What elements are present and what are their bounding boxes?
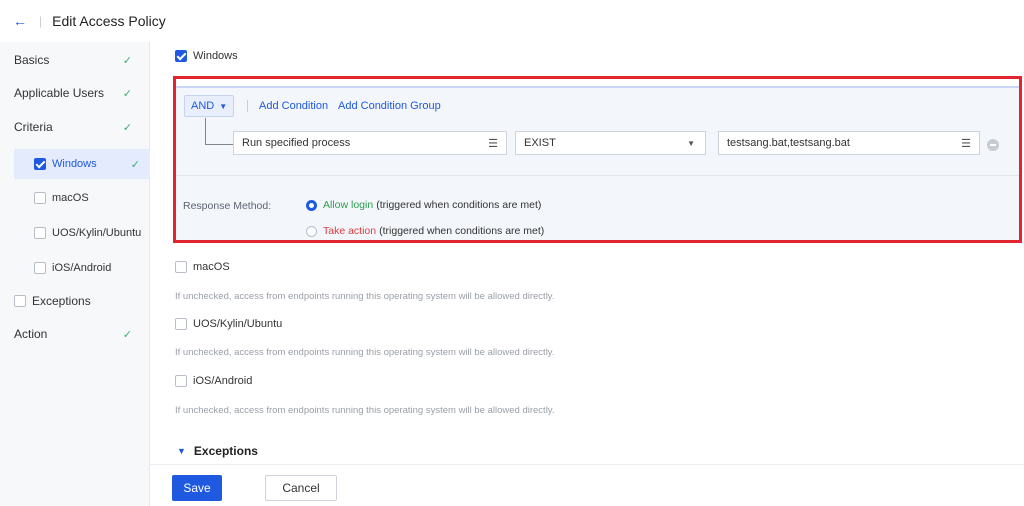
sidebar: Basics ✓ Applicable Users ✓ Criteria ✓ W… xyxy=(0,42,150,506)
checkmark-icon: ✓ xyxy=(122,54,132,67)
sidebar-subitem-label: iOS/Android xyxy=(52,262,112,274)
list-icon[interactable]: ☰ xyxy=(488,137,498,150)
arrow-left-icon[interactable]: ← xyxy=(13,13,27,29)
os-label: iOS/Android xyxy=(193,375,253,387)
caret-down-icon: ▼ xyxy=(219,101,228,111)
checkbox[interactable] xyxy=(175,50,187,62)
sidebar-item-label: Applicable Users xyxy=(14,86,105,100)
sidebar-subitem-label: macOS xyxy=(52,192,89,204)
divider xyxy=(247,100,248,112)
list-icon[interactable]: ☰ xyxy=(961,137,971,150)
page-title: Edit Access Policy xyxy=(52,13,166,29)
os-row-macos[interactable]: macOS xyxy=(175,261,230,273)
footer-bar: Save Cancel xyxy=(150,464,1024,506)
sidebar-item-label: Basics xyxy=(14,53,50,67)
os-label: UOS/Kylin/Ubuntu xyxy=(193,318,283,330)
sidebar-item-exceptions[interactable]: Exceptions xyxy=(14,285,142,317)
sidebar-subitem-macos[interactable]: macOS xyxy=(14,183,150,213)
operator-label: AND xyxy=(191,100,215,112)
checkbox[interactable] xyxy=(175,261,187,273)
os-row-windows[interactable]: Windows xyxy=(175,50,238,62)
radio-take-action[interactable]: Take action (triggered when conditions a… xyxy=(306,225,544,237)
os-hint: If unchecked, access from endpoints runn… xyxy=(175,405,555,416)
take-action-hint: (triggered when conditions are met) xyxy=(379,225,545,237)
add-condition-group-link[interactable]: Add Condition Group xyxy=(338,100,441,112)
checkmark-icon: ✓ xyxy=(122,328,132,341)
condition-value-input[interactable]: testsang.bat,testsang.bat ☰ xyxy=(718,131,980,155)
remove-condition-icon[interactable] xyxy=(987,139,999,151)
condition-comparator-select[interactable]: EXIST ▼ xyxy=(515,131,706,155)
allow-login-hint: (triggered when conditions are met) xyxy=(376,199,542,211)
condition-builder: AND ▼ Add Condition Add Condition Group … xyxy=(175,88,1019,176)
os-hint: If unchecked, access from endpoints runn… xyxy=(175,291,555,302)
sidebar-subitem-uos-kylin-ubuntu[interactable]: UOS/Kylin/Ubuntu xyxy=(14,218,150,248)
sidebar-item-label: Action xyxy=(14,327,48,341)
add-condition-link[interactable]: Add Condition xyxy=(259,100,328,112)
os-label: Windows xyxy=(193,50,238,62)
sidebar-item-criteria[interactable]: Criteria ✓ xyxy=(14,111,142,143)
radio-button[interactable] xyxy=(306,199,317,211)
page-header: ← | Edit Access Policy xyxy=(0,0,1024,42)
condition-value-text: testsang.bat,testsang.bat xyxy=(727,137,850,149)
condition-field-value: Run specified process xyxy=(242,137,351,149)
sidebar-subitem-label: Windows xyxy=(52,158,97,170)
checkmark-icon: ✓ xyxy=(130,158,140,171)
os-row-uos-kylin-ubuntu[interactable]: UOS/Kylin/Ubuntu xyxy=(175,318,282,330)
checkbox[interactable] xyxy=(175,375,187,387)
radio-button[interactable] xyxy=(306,225,317,237)
allow-login-label: Allow login xyxy=(323,199,374,211)
condition-panel: AND ▼ Add Condition Add Condition Group … xyxy=(174,86,1020,242)
sidebar-subitem-ios-android[interactable]: iOS/Android xyxy=(14,253,150,283)
os-row-ios-android[interactable]: iOS/Android xyxy=(175,375,252,387)
os-label: macOS xyxy=(193,261,230,273)
checkbox[interactable] xyxy=(34,262,46,274)
exceptions-section-toggle[interactable]: ▼ Exceptions xyxy=(177,444,258,458)
triangle-down-icon: ▼ xyxy=(177,446,186,456)
radio-allow-login[interactable]: Allow login (triggered when conditions a… xyxy=(306,199,541,211)
response-method-label: Response Method: xyxy=(183,200,272,212)
sidebar-item-label: Exceptions xyxy=(32,294,91,308)
os-hint: If unchecked, access from endpoints runn… xyxy=(175,347,555,358)
header-separator: | xyxy=(39,14,43,28)
sidebar-item-label: Criteria xyxy=(14,120,53,134)
save-button[interactable]: Save xyxy=(172,475,222,501)
take-action-label: Take action xyxy=(323,225,377,237)
caret-down-icon: ▼ xyxy=(687,138,695,148)
checkbox[interactable] xyxy=(14,295,26,307)
checkbox[interactable] xyxy=(34,227,46,239)
sidebar-item-basics[interactable]: Basics ✓ xyxy=(14,44,142,76)
logic-operator-dropdown[interactable]: AND ▼ xyxy=(184,95,235,117)
checkmark-icon: ✓ xyxy=(122,87,132,100)
condition-field-select[interactable]: Run specified process ☰ xyxy=(233,131,507,155)
main-content: Windows AND ▼ Add Condition Add Conditio… xyxy=(158,42,1024,464)
sidebar-subitem-label: UOS/Kylin/Ubuntu xyxy=(52,227,142,239)
sidebar-item-applicable-users[interactable]: Applicable Users ✓ xyxy=(14,77,142,109)
exceptions-title: Exceptions xyxy=(193,444,258,458)
sidebar-subitem-windows[interactable]: Windows ✓ xyxy=(14,149,150,179)
checkbox[interactable] xyxy=(175,318,187,330)
cancel-button[interactable]: Cancel xyxy=(265,475,337,501)
checkmark-icon: ✓ xyxy=(122,121,132,134)
checkbox[interactable] xyxy=(34,158,46,170)
condition-comparator-value: EXIST xyxy=(524,137,556,149)
checkbox[interactable] xyxy=(34,192,46,204)
tree-connector xyxy=(205,144,233,145)
sidebar-item-action[interactable]: Action ✓ xyxy=(14,318,142,350)
tree-connector xyxy=(205,118,206,144)
